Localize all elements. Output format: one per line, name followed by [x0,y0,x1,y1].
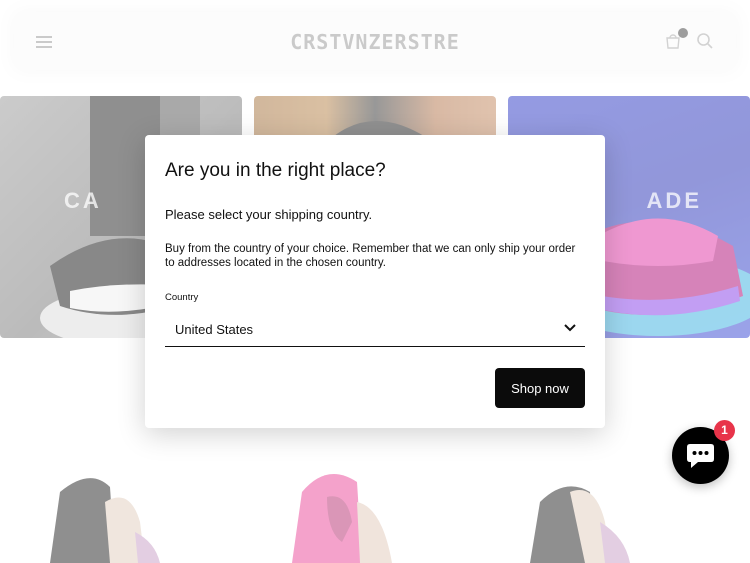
shop-now-button[interactable]: Shop now [495,368,585,408]
modal-title: Are you in the right place? [165,160,386,181]
chat-notification-badge: 1 [714,420,735,441]
country-select[interactable]: United States [165,309,585,347]
chevron-down-icon [564,324,576,332]
chat-bubble-icon [687,444,714,468]
country-label: Country [165,292,199,303]
country-value: United States [175,322,254,337]
country-selector-modal: Are you in the right place? Please selec… [145,135,605,428]
modal-subtitle: Please select your shipping country. [165,207,373,222]
modal-description: Buy from the country of your choice. Rem… [165,243,576,269]
